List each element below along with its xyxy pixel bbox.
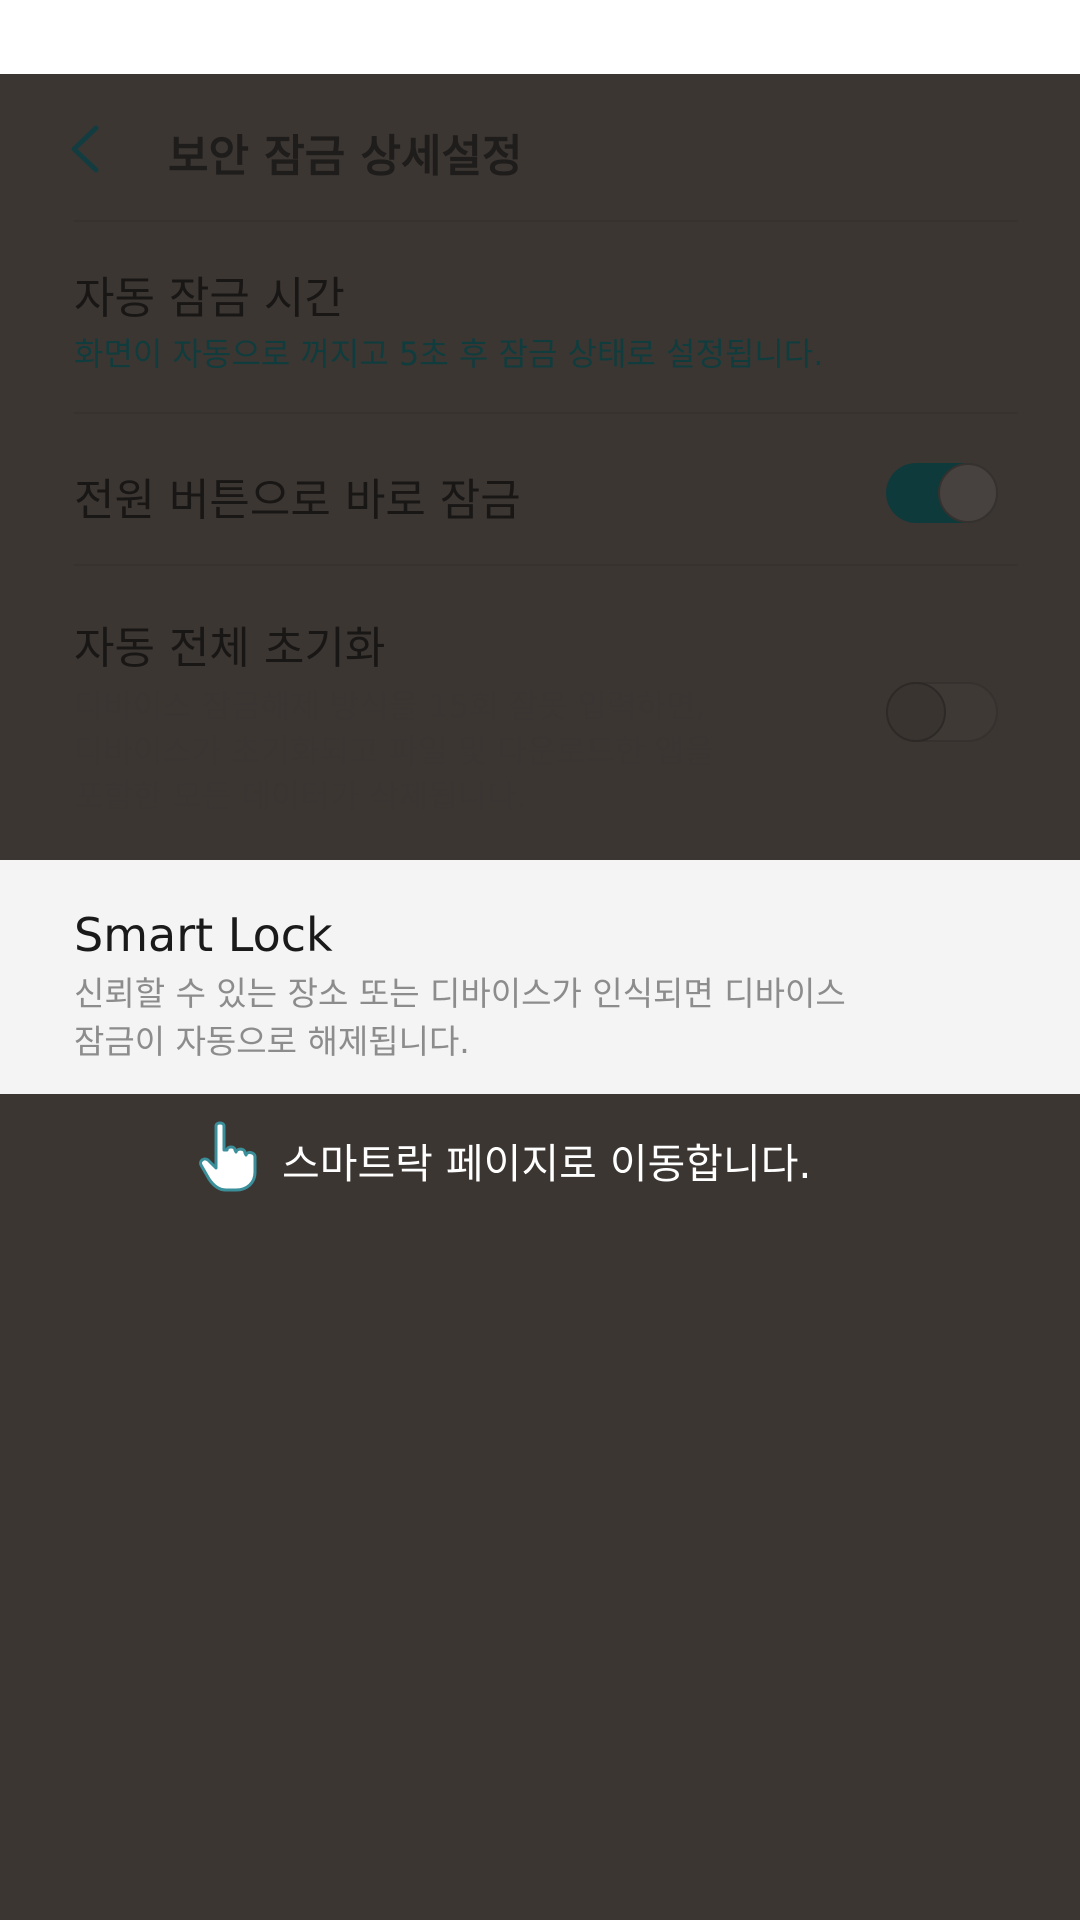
smart-lock-title: Smart Lock: [74, 908, 333, 962]
divider: [74, 220, 1018, 222]
page-title: 보안 잠금 상세설정: [168, 131, 523, 182]
description-line: 신뢰할 수 있는 장소 또는 디바이스가 인식되면 디바이스: [74, 974, 846, 1013]
chevron-left-icon[interactable]: [62, 122, 110, 176]
divider: [74, 412, 1018, 414]
hand-pointer-icon: [199, 1121, 257, 1192]
description-line: 디바이스가 초기화되고 파일 및 다운로드한 앱을: [74, 732, 714, 770]
toggle-knob: [886, 682, 946, 742]
setting-description: 화면이 자동으로 꺼지고 5초 후 잠금 상태로 설정됩니다.: [74, 335, 824, 373]
auto-reset-toggle[interactable]: [886, 682, 998, 742]
description-line: 포함한 모든 데이터가 삭제됩니다.: [74, 777, 527, 815]
status-bar-area: [0, 0, 1080, 74]
setting-description: 디바이스 잠금해제 방식을 15회 잘못 입력하면, 디바이스가 초기화되고 파…: [74, 684, 714, 819]
toggle-knob: [938, 463, 998, 523]
setting-power-button-lock[interactable]: 전원 버튼으로 바로 잠금: [74, 464, 521, 528]
setting-title: 자동 전체 초기화: [74, 623, 386, 674]
hint-text: 스마트락 페이지로 이동합니다.: [282, 1140, 812, 1188]
app-header: 보안 잠금 상세설정: [0, 74, 1080, 220]
description-line: 디바이스 잠금해제 방식을 15회 잘못 입력하면,: [74, 687, 706, 725]
smart-lock-description: 신뢰할 수 있는 장소 또는 디바이스가 인식되면 디바이스 잠금이 자동으로 …: [74, 970, 846, 1066]
setting-title: 자동 잠금 시간: [74, 273, 345, 324]
smart-lock-item[interactable]: Smart Lock 신뢰할 수 있는 장소 또는 디바이스가 인식되면 디바이…: [0, 860, 1080, 1094]
power-lock-toggle[interactable]: [886, 463, 998, 523]
setting-auto-factory-reset[interactable]: 자동 전체 초기화 디바이스 잠금해제 방식을 15회 잘못 입력하면, 디바이…: [74, 612, 714, 819]
divider: [74, 564, 1018, 566]
setting-auto-lock-time[interactable]: 자동 잠금 시간 화면이 자동으로 꺼지고 5초 후 잠금 상태로 설정됩니다.: [74, 262, 823, 377]
description-line: 잠금이 자동으로 해제됩니다.: [74, 1022, 470, 1061]
setting-title: 전원 버튼으로 바로 잠금: [74, 475, 521, 526]
